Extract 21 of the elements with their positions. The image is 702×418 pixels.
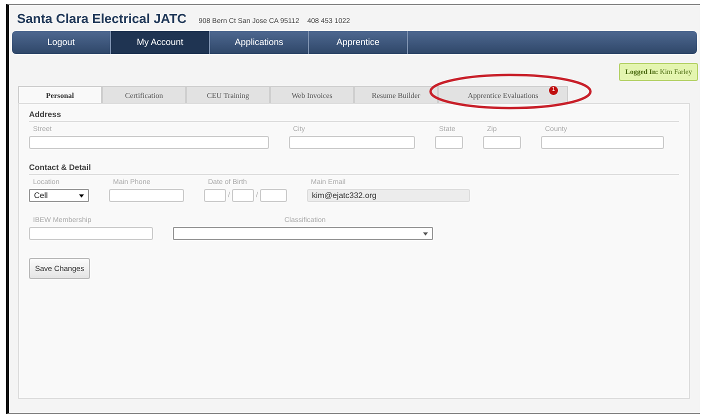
input-field[interactable] — [204, 189, 226, 202]
nav-item[interactable]: My Account — [111, 31, 210, 54]
input-field[interactable] — [435, 136, 463, 149]
input-field[interactable] — [541, 136, 664, 149]
input-field[interactable] — [260, 189, 287, 202]
input-field[interactable] — [232, 189, 254, 202]
dropdown[interactable] — [173, 227, 433, 240]
dropdown[interactable]: Cell — [29, 189, 89, 202]
input-field[interactable] — [109, 189, 184, 202]
input-field[interactable] — [483, 136, 521, 149]
section-heading: Address — [29, 110, 679, 122]
nav-item[interactable]: Apprentice — [309, 31, 408, 54]
caret-icon — [423, 232, 428, 236]
input-field[interactable] — [29, 136, 269, 149]
input-field[interactable] — [29, 227, 153, 240]
input-field[interactable] — [289, 136, 415, 149]
email-field[interactable]: kim@ejatc332.org — [306, 189, 470, 202]
nav-item[interactable]: Applications — [210, 31, 309, 54]
site-title: Santa Clara Electrical JATC — [17, 11, 187, 26]
section-heading: Contact & Detail — [29, 163, 679, 175]
caret-icon — [79, 194, 84, 198]
